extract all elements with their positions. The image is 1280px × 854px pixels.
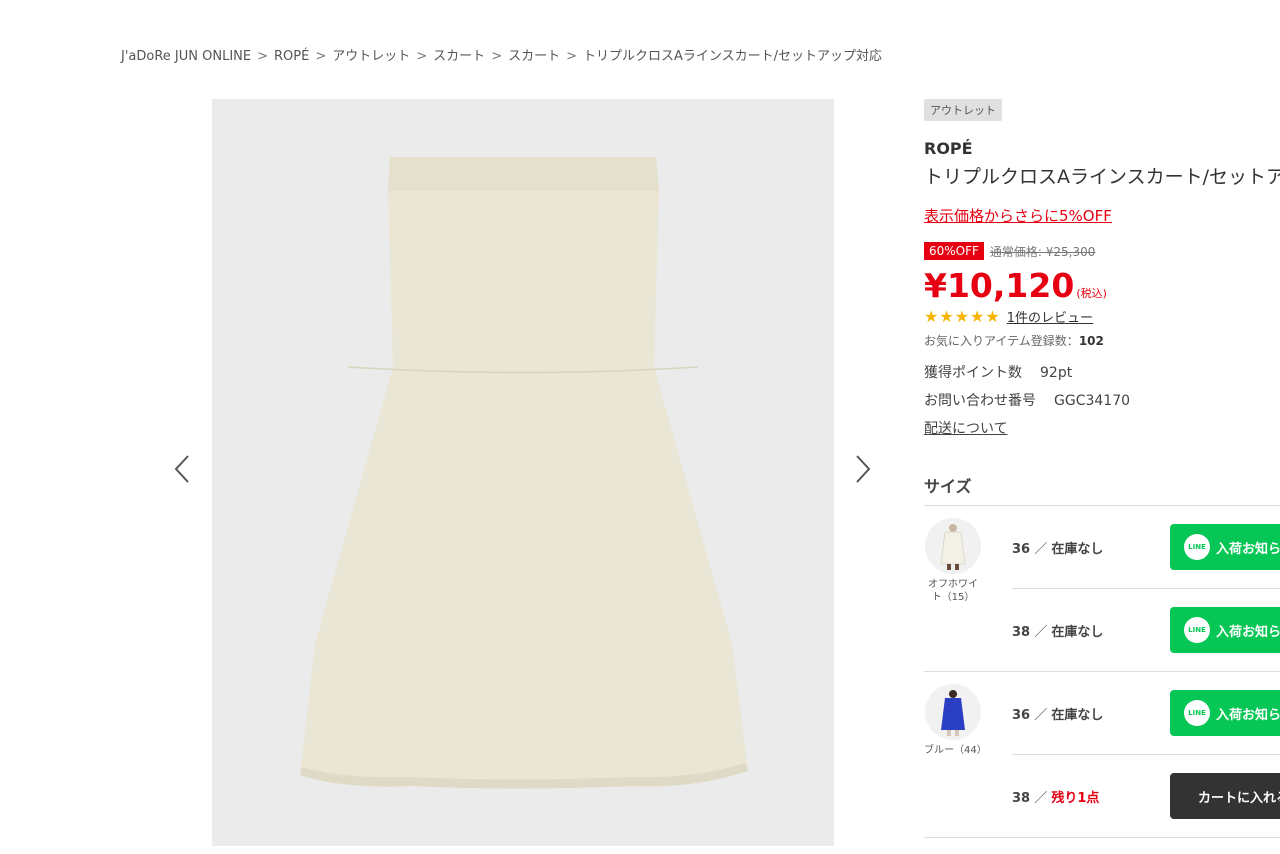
color-variant-offwhite: オフホワイト（15） 36 ／ 在庫なし LINE 入荷お知らせ 38 ／ 在庫な… [924, 506, 1280, 672]
review-link[interactable]: 1件のレビュー [1007, 311, 1093, 326]
shipping-link[interactable]: 配送について [924, 421, 1008, 437]
size-row: 38 ／ 残り1点 カートに入れる [1012, 755, 1280, 837]
model-thumbnail [925, 684, 981, 740]
discount-badge: 60%OFF [924, 242, 984, 260]
restock-notify-button[interactable]: LINE 入荷お知らせ [1170, 690, 1280, 736]
button-label: 入荷お知らせ [1216, 707, 1280, 723]
stock-status: 在庫なし [1051, 542, 1104, 557]
favorite-label: お気に入りアイテム登録数： [924, 334, 1079, 348]
model-thumbnail [925, 518, 981, 574]
gallery-prev-button[interactable] [170, 452, 194, 486]
breadcrumb-link-category[interactable]: スカート [433, 49, 485, 64]
size-label: 36 [1012, 542, 1031, 557]
product-image[interactable] [212, 99, 834, 846]
discount-row: 60%OFF 通常価格: ¥25,300 [924, 242, 1280, 260]
color-variant-blue: ブルー（44） 36 ／ 在庫なし LINE 入荷お知らせ 38 ／ 残り1点 カ… [924, 672, 1280, 838]
color-swatch-offwhite[interactable]: オフホワイト（15） [924, 518, 982, 604]
size-heading: サイズ [924, 473, 1280, 506]
breadcrumb-separator: > [566, 49, 578, 64]
inquiry-value: GGC34170 [1054, 393, 1131, 409]
size-separator: ／ [1034, 708, 1048, 723]
skirt-image [300, 157, 748, 789]
size-stock: 38 ／ 在庫なし [1012, 621, 1103, 640]
color-swatch-blue[interactable]: ブルー（44） [924, 684, 987, 757]
price-row: ¥10,120 (税込) [924, 266, 1280, 305]
points-label: 獲得ポイント数 [924, 365, 1022, 381]
breadcrumb-separator: > [315, 49, 327, 64]
product-title: トリプルクロスAラインスカート/セットアップ対応 [924, 166, 1280, 188]
chevron-right-icon [856, 455, 871, 483]
size-separator: ／ [1034, 791, 1048, 806]
promo-link[interactable]: 表示価格からさらに5%OFF [924, 205, 1112, 226]
stock-status: 在庫なし [1051, 625, 1104, 640]
size-label: 36 [1012, 708, 1031, 723]
line-icon: LINE [1184, 700, 1210, 726]
line-icon: LINE [1184, 617, 1210, 643]
inquiry-label: お問い合わせ番号 [924, 393, 1036, 409]
breadcrumb-link-home[interactable]: J'aDoRe JUN ONLINE [121, 49, 251, 64]
breadcrumb-link-brand[interactable]: ROPÉ [274, 49, 309, 64]
size-stock: 38 ／ 残り1点 [1012, 787, 1099, 806]
gallery-next-button[interactable] [851, 452, 875, 486]
breadcrumb-current: トリプルクロスAラインスカート/セットアップ対応 [583, 49, 883, 64]
breadcrumb: J'aDoRe JUN ONLINE > ROPÉ > アウトレット > スカート > スカート… [121, 45, 882, 64]
breadcrumb-separator: > [491, 49, 503, 64]
size-label: 38 [1012, 791, 1031, 806]
stock-status: 在庫なし [1051, 708, 1104, 723]
restock-notify-button[interactable]: LINE 入荷お知らせ [1170, 607, 1280, 653]
stock-status: 残り1点 [1051, 791, 1100, 806]
points-row: 獲得ポイント数 92pt [924, 359, 1280, 387]
size-stock: 36 ／ 在庫なし [1012, 538, 1103, 557]
breadcrumb-link-outlet[interactable]: アウトレット [332, 49, 410, 64]
size-row: 36 ／ 在庫なし LINE 入荷お知らせ [1012, 672, 1280, 755]
size-separator: ／ [1034, 625, 1048, 640]
points-value: 92pt [1040, 365, 1073, 381]
size-row: 38 ／ 在庫なし LINE 入荷お知らせ [1012, 589, 1280, 671]
favorite-value: 102 [1078, 334, 1104, 348]
chevron-left-icon [174, 455, 189, 483]
product-info-panel: アウトレット ROPÉ トリプルクロスAラインスカート/セットアップ対応 表示価… [924, 99, 1280, 838]
size-stock: 36 ／ 在庫なし [1012, 704, 1103, 723]
product-meta: 獲得ポイント数 92pt お問い合わせ番号 GGC34170 配送について [924, 359, 1280, 443]
tax-label: (税込) [1076, 287, 1107, 300]
brand-name: ROPÉ [924, 139, 973, 158]
rating-row: ★★★★★ 1件のレビュー [924, 307, 1280, 326]
star-rating-icon: ★★★★★ [924, 307, 1001, 326]
line-icon: LINE [1184, 534, 1210, 560]
size-separator: ／ [1034, 542, 1048, 557]
button-label: 入荷お知らせ [1216, 541, 1280, 557]
color-name: オフホワイト（15） [928, 579, 978, 603]
breadcrumb-separator: > [416, 49, 428, 64]
favorite-count: お気に入りアイテム登録数：102 [924, 332, 1280, 349]
regular-price: 通常価格: ¥25,300 [989, 244, 1096, 259]
color-name: ブルー（44） [924, 745, 987, 756]
sale-price: ¥10,120 [924, 266, 1075, 305]
outlet-tag: アウトレット [924, 99, 1002, 121]
restock-notify-button[interactable]: LINE 入荷お知らせ [1170, 524, 1280, 570]
inquiry-row: お問い合わせ番号 GGC34170 [924, 387, 1280, 415]
button-label: カートに入れる [1198, 790, 1280, 806]
breadcrumb-separator: > [257, 49, 269, 64]
breadcrumb-link-subcategory[interactable]: スカート [508, 49, 560, 64]
size-label: 38 [1012, 625, 1031, 640]
add-to-cart-button[interactable]: カートに入れる [1170, 773, 1280, 819]
size-row: 36 ／ 在庫なし LINE 入荷お知らせ [1012, 506, 1280, 589]
button-label: 入荷お知らせ [1216, 624, 1280, 640]
